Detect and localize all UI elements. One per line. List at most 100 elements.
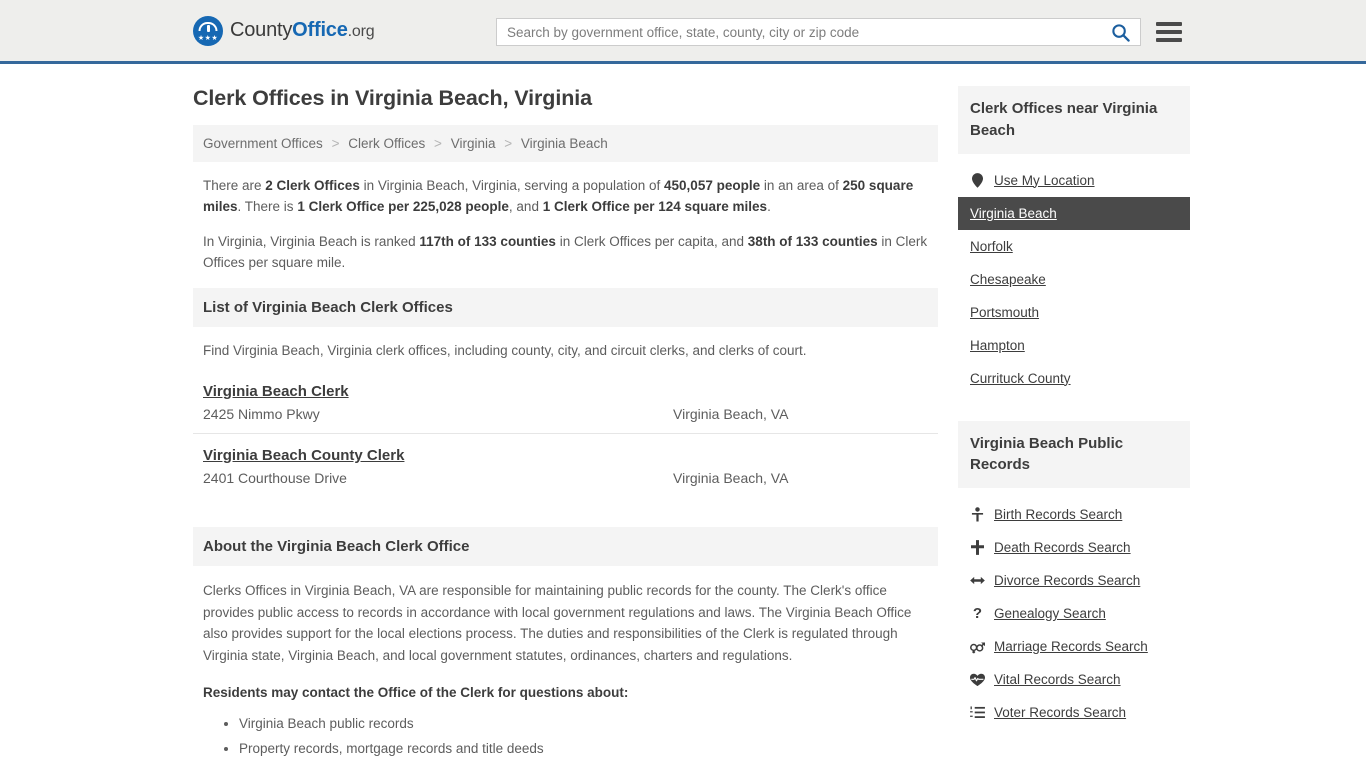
breadcrumb: Government Offices > Clerk Offices > Vir… bbox=[193, 125, 938, 162]
stat-per-area: 1 Clerk Office per 124 square miles bbox=[542, 198, 768, 214]
logo-stars: ★★★ bbox=[197, 34, 219, 42]
about-section-heading: About the Virginia Beach Clerk Office bbox=[193, 526, 938, 566]
stat-rank-area: 38th of 133 counties bbox=[747, 233, 878, 249]
list-item: Virginia Beach public records bbox=[239, 714, 928, 734]
sidebar-item-marriage-records[interactable]: Marriage Records Search bbox=[958, 630, 1190, 663]
sidebar-item-label: Death Records Search bbox=[994, 540, 1131, 555]
main-content: Clerk Offices in Virginia Beach, Virgini… bbox=[193, 86, 938, 768]
venus-mars-icon bbox=[970, 640, 985, 654]
list-item: Divorce Records Search bbox=[958, 564, 1190, 597]
map-pin-icon bbox=[970, 172, 985, 188]
cross-icon bbox=[970, 540, 985, 555]
baby-icon bbox=[970, 507, 985, 522]
heartbeat-icon bbox=[970, 673, 985, 687]
hamburger-menu-icon[interactable] bbox=[1150, 19, 1182, 45]
table-row: Virginia Beach County Clerk 2401 Courtho… bbox=[193, 432, 938, 497]
about-paragraph: Clerks Offices in Virginia Beach, VA are… bbox=[203, 582, 912, 663]
sidebar-item-label: Norfolk bbox=[970, 238, 1013, 254]
sidebar-item-death-records[interactable]: Death Records Search bbox=[958, 531, 1190, 564]
sidebar-records-heading: Virginia Beach Public Records bbox=[958, 420, 1190, 488]
sidebar-item-hampton[interactable]: Hampton bbox=[958, 329, 1190, 362]
sidebar-item-label: Genealogy Search bbox=[994, 606, 1106, 621]
sidebar-item-divorce-records[interactable]: Divorce Records Search bbox=[958, 564, 1190, 597]
sidebar-item-portsmouth[interactable]: Portsmouth bbox=[958, 296, 1190, 329]
page-body: Clerk Offices in Virginia Beach, Virgini… bbox=[0, 64, 1366, 768]
breadcrumb-separator: > bbox=[504, 136, 513, 151]
breadcrumb-item-2[interactable]: Virginia bbox=[451, 136, 496, 151]
logo-text-office: Office bbox=[292, 19, 348, 41]
list-item: Use My Location bbox=[958, 164, 1190, 197]
list-section-subtitle: Find Virginia Beach, Virginia clerk offi… bbox=[203, 342, 807, 358]
office-name-link[interactable]: Virginia Beach Clerk bbox=[203, 383, 349, 400]
list-item: Vital Records Search bbox=[958, 663, 1190, 696]
list-item: Virginia Beach bbox=[958, 196, 1190, 230]
stat-rank-capita: 117th of 133 counties bbox=[419, 233, 556, 249]
list-item: Chesapeake bbox=[958, 263, 1190, 296]
logo-text-tld: .org bbox=[347, 23, 375, 40]
sidebar-item-currituck-county[interactable]: Currituck County bbox=[958, 362, 1190, 395]
sidebar-item-label: Vital Records Search bbox=[994, 672, 1121, 687]
breadcrumb-item-1[interactable]: Clerk Offices bbox=[348, 136, 425, 151]
list-item: Marriage Records Search bbox=[958, 630, 1190, 663]
county-office-logo-icon: ★★★ bbox=[193, 15, 223, 46]
breadcrumb-separator: > bbox=[434, 136, 442, 151]
sidebar-item-label: Use My Location bbox=[994, 172, 1095, 188]
intro-paragraph-2: In Virginia, Virginia Beach is ranked 11… bbox=[203, 233, 928, 270]
question-mark-icon: ? bbox=[972, 605, 983, 622]
list-item: Norfolk bbox=[958, 230, 1190, 263]
office-city-state: Virginia Beach, VA bbox=[673, 469, 789, 486]
stat-per-people: 1 Clerk Office per 225,028 people bbox=[297, 198, 509, 214]
list-item: Voter Records Search bbox=[958, 696, 1190, 729]
sidebar-item-birth-records[interactable]: Birth Records Search bbox=[958, 498, 1190, 531]
sidebar-nearby-heading: Clerk Offices near Virginia Beach bbox=[958, 86, 1190, 154]
logo-text: CountyOffice.org bbox=[230, 19, 375, 42]
stat-population: 450,057 people bbox=[664, 178, 761, 193]
table-row: Virginia Beach Clerk 2425 Nimmo Pkwy Vir… bbox=[193, 383, 938, 433]
sidebar-item-chesapeake[interactable]: Chesapeake bbox=[958, 263, 1190, 296]
office-name-link[interactable]: Virginia Beach County Clerk bbox=[203, 447, 404, 464]
sidebar-item-label: Birth Records Search bbox=[994, 507, 1123, 522]
office-address: 2401 Courthouse Drive bbox=[203, 469, 347, 486]
intro-statistics: There are 2 Clerk Offices in Virginia Be… bbox=[193, 176, 938, 274]
list-item: Birth Records Search bbox=[958, 498, 1190, 531]
stat-office-count: 2 Clerk Offices bbox=[265, 178, 360, 193]
sidebar-item-label: Currituck County bbox=[970, 370, 1071, 386]
sidebar-item-label: Portsmouth bbox=[970, 304, 1040, 320]
page-title: Clerk Offices in Virginia Beach, Virgini… bbox=[193, 86, 592, 110]
list-item: Currituck County bbox=[958, 362, 1190, 395]
sidebar-item-virginia-beach[interactable]: Virginia Beach bbox=[958, 196, 1190, 230]
sidebar-item-voter-records[interactable]: Voter Records Search bbox=[958, 696, 1190, 729]
search-icon bbox=[1112, 23, 1130, 42]
breadcrumb-item-0[interactable]: Government Offices bbox=[203, 136, 323, 151]
sidebar-nearby-list: Use My Location Virginia Beach Norfolk C… bbox=[958, 154, 1190, 395]
list-item: Death Records Search bbox=[958, 531, 1190, 564]
about-section-body: Clerks Offices in Virginia Beach, VA are… bbox=[193, 580, 938, 768]
list-item: ? Genealogy Search bbox=[958, 597, 1190, 630]
list-ol-icon bbox=[970, 706, 985, 719]
sidebar-item-use-my-location[interactable]: Use My Location bbox=[958, 164, 1190, 197]
about-lead: Residents may contact the Office of the … bbox=[203, 685, 629, 701]
sidebar: Clerk Offices near Virginia Beach Use My… bbox=[958, 86, 1190, 768]
sidebar-item-vital-records[interactable]: Vital Records Search bbox=[958, 663, 1190, 696]
list-section-heading: List of Virginia Beach Clerk Offices bbox=[193, 287, 938, 327]
site-logo[interactable]: ★★★ CountyOffice.org bbox=[193, 15, 375, 46]
sidebar-item-norfolk[interactable]: Norfolk bbox=[958, 230, 1190, 263]
office-address-line: 2401 Courthouse Drive Virginia Beach, VA bbox=[203, 470, 928, 486]
sidebar-item-label: Chesapeake bbox=[970, 271, 1046, 287]
about-bullet-list: Virginia Beach public records Property r… bbox=[203, 714, 928, 768]
office-address-line: 2425 Nimmo Pkwy Virginia Beach, VA bbox=[203, 406, 928, 422]
search-button[interactable] bbox=[1107, 23, 1140, 42]
sidebar-item-genealogy[interactable]: ? Genealogy Search bbox=[958, 597, 1190, 630]
breadcrumb-separator: > bbox=[331, 136, 340, 151]
office-city-state: Virginia Beach, VA bbox=[673, 405, 789, 422]
sidebar-item-label: Marriage Records Search bbox=[994, 639, 1148, 654]
logo-text-county: County bbox=[230, 19, 293, 41]
list-item: Property records, mortgage records and t… bbox=[239, 739, 928, 759]
sidebar-records-list: Birth Records Search Death Records Searc… bbox=[958, 488, 1190, 729]
search-input[interactable] bbox=[497, 19, 1107, 45]
intro-paragraph-1: There are 2 Clerk Offices in Virginia Be… bbox=[203, 178, 914, 214]
list-item: Hampton bbox=[958, 329, 1190, 362]
office-address: 2425 Nimmo Pkwy bbox=[203, 405, 320, 422]
breadcrumb-item-3[interactable]: Virginia Beach bbox=[521, 136, 608, 151]
list-item: Portsmouth bbox=[958, 296, 1190, 329]
